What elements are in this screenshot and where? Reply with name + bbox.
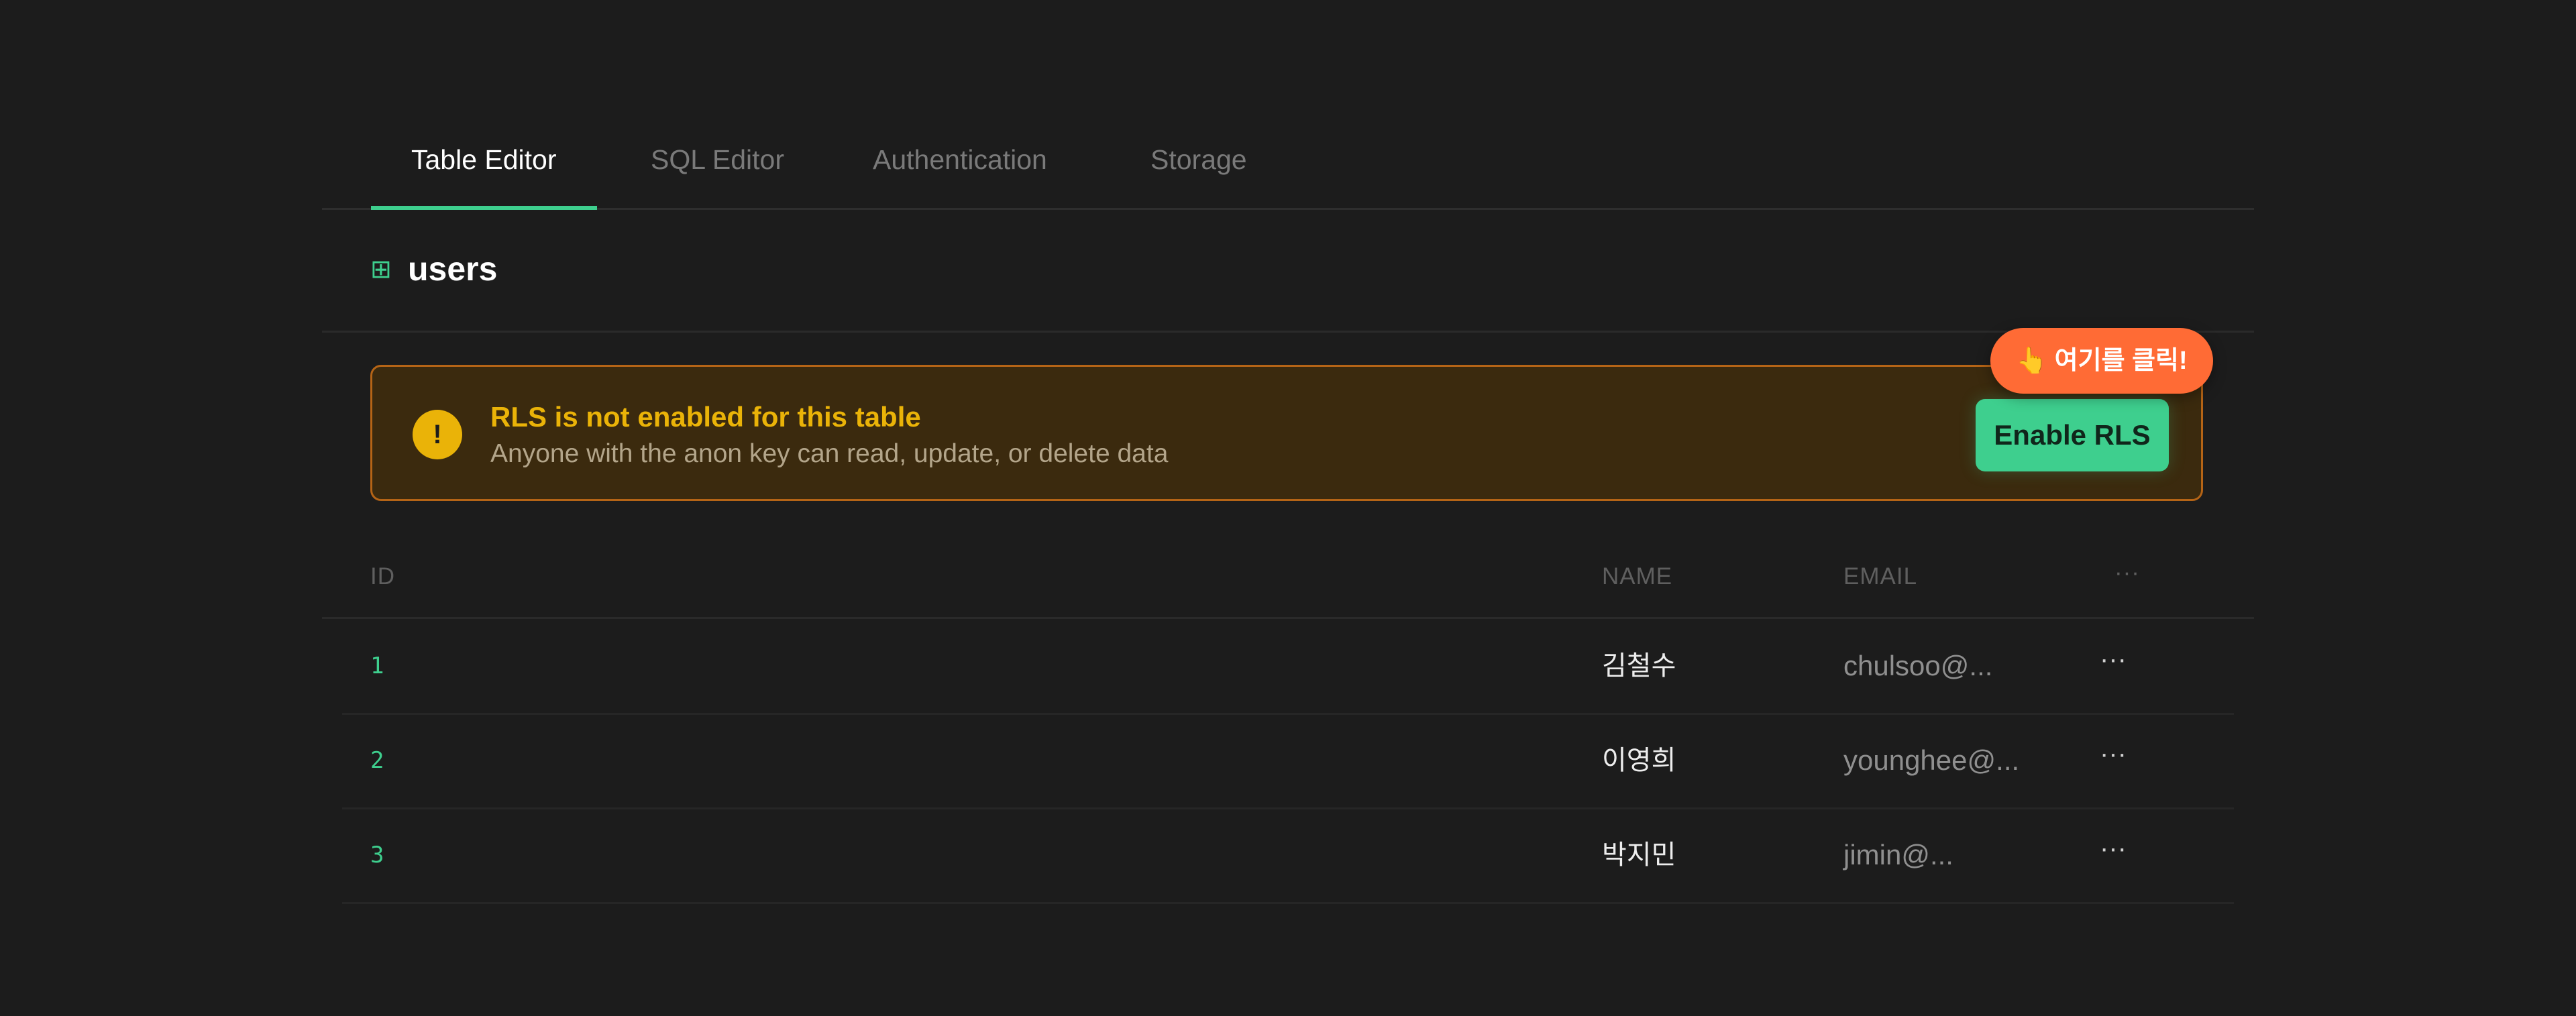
enable-rls-button[interactable]: Enable RLS (1976, 399, 2169, 471)
tab-bar: Table Editor SQL Editor Authentication S… (322, 127, 2254, 210)
cell-name: 박지민 (1602, 840, 1676, 870)
table-row[interactable]: 1 김철수 chulsoo@... ··· (342, 619, 2234, 715)
cell-email: chulsoo@... (1843, 650, 1993, 681)
table-title-row: ⊞ users (322, 210, 2254, 333)
cell-name: 김철수 (1602, 651, 1676, 681)
column-options-icon[interactable]: ··· (2114, 559, 2140, 586)
column-header-name[interactable]: NAME (1602, 563, 1672, 590)
column-header-id[interactable]: ID (370, 563, 395, 590)
warning-subtitle: Anyone with the anon key can read, updat… (490, 439, 1169, 468)
warning-title: RLS is not enabled for this table (490, 401, 921, 433)
table-name: users (408, 250, 498, 288)
table-row[interactable]: 3 박지민 jimin@... ··· (342, 808, 2234, 904)
tab-table-editor[interactable]: Table Editor (371, 127, 596, 210)
cell-id: 1 (370, 653, 384, 679)
click-here-callout: 👆 여기를 클릭! (1990, 328, 2213, 394)
pointing-hand-icon: 👆 (2016, 347, 2048, 375)
callout-text: 여기를 클릭! (2054, 347, 2188, 375)
cell-id: 2 (370, 747, 384, 774)
row-more-icon[interactable]: ··· (2100, 832, 2127, 864)
tab-authentication[interactable]: Authentication (873, 127, 1047, 208)
cell-email: younghee@... (1843, 744, 2020, 776)
table-grid-icon: ⊞ (370, 256, 392, 284)
tab-storage[interactable]: Storage (1150, 127, 1247, 208)
row-more-icon[interactable]: ··· (2100, 643, 2127, 675)
cell-id: 3 (370, 842, 384, 868)
table-row[interactable]: 2 이영희 younghee@... ··· (342, 714, 2234, 809)
cell-name: 이영희 (1602, 746, 1676, 775)
dashboard-panel: Table Editor SQL Editor Authentication S… (322, 0, 2254, 1016)
exclamation-icon: ! (413, 410, 462, 459)
column-header-email[interactable]: EMAIL (1843, 563, 1917, 590)
tab-sql-editor[interactable]: SQL Editor (651, 127, 784, 208)
rls-warning-banner: ! RLS is not enabled for this table Anyo… (370, 328, 2213, 501)
table-header-row: ID NAME EMAIL ··· (322, 537, 2254, 619)
row-more-icon[interactable]: ··· (2100, 738, 2127, 770)
cell-email: jimin@... (1843, 839, 1953, 870)
